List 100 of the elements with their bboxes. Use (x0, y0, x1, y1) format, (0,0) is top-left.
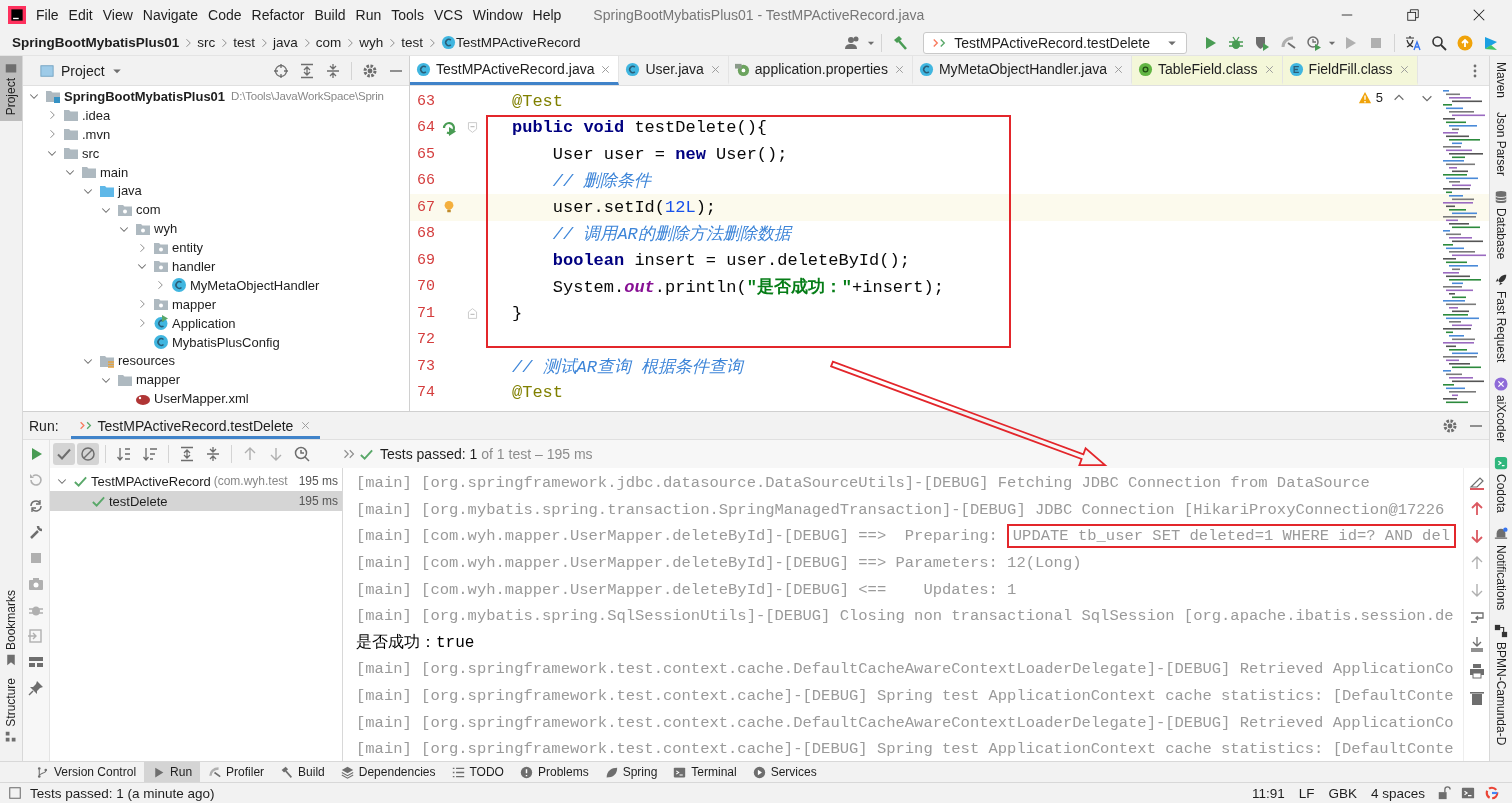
side-tab[interactable]: Fast Request (1494, 291, 1508, 363)
google-icon[interactable] (1485, 786, 1499, 800)
expand-all-icon[interactable] (179, 446, 195, 462)
side-tab[interactable]: Database (1494, 208, 1508, 260)
terminal-icon[interactable] (1461, 786, 1475, 800)
breadcrumb-item[interactable]: test (233, 35, 256, 50)
tree-item[interactable]: .idea (82, 107, 111, 123)
tree-item[interactable]: handler (172, 258, 216, 274)
tree-item[interactable]: entity (172, 240, 204, 256)
tool-window-tab[interactable]: Version Control (28, 762, 145, 782)
lock-icon[interactable] (1437, 786, 1451, 800)
show-ignored-toggle[interactable] (77, 443, 99, 465)
export-icon[interactable] (28, 628, 44, 644)
menu-item[interactable]: Window (472, 5, 523, 25)
side-tab[interactable]: Structure (0, 672, 22, 749)
history-icon[interactable] (294, 446, 310, 462)
tree-item[interactable]: resources (118, 353, 176, 369)
menu-item[interactable]: File (36, 5, 59, 25)
search-icon[interactable] (1431, 34, 1447, 51)
tree-item[interactable]: mapper (136, 372, 181, 388)
menu-item[interactable]: Tools (391, 5, 424, 25)
tree-item[interactable]: MybatisPlusConfig (172, 334, 280, 350)
hammer-icon[interactable] (892, 34, 909, 51)
camera-icon[interactable] (28, 576, 44, 592)
breadcrumb-item[interactable]: wyh (359, 35, 384, 50)
tree-item[interactable]: java (118, 183, 142, 199)
next-icon[interactable] (1468, 528, 1485, 544)
chevrons-icon[interactable] (343, 448, 355, 460)
tool-window-tab[interactable]: Spring (596, 762, 666, 782)
pin-icon[interactable] (28, 680, 44, 696)
tree-item[interactable]: SpringBootMybatisPlus01 (64, 88, 226, 104)
side-tab[interactable]: Maven (1494, 62, 1508, 99)
tool-window-tab[interactable]: Profiler (200, 762, 273, 782)
tree-item[interactable]: MyMetaObjectHandler (190, 277, 320, 293)
restore-icon[interactable] (1406, 8, 1420, 22)
menu-item[interactable]: Navigate (142, 5, 199, 25)
locate-icon[interactable] (273, 62, 289, 79)
editor-tab[interactable]: FieldFill.class (1282, 56, 1418, 85)
tree-item[interactable]: .mvn (82, 126, 111, 142)
status-item[interactable]: GBK (1328, 785, 1357, 801)
menu-item[interactable]: Help (532, 5, 562, 25)
run-config-dropdown[interactable]: TestMPActiveRecord.testDelete (923, 31, 1187, 54)
run-with-icon[interactable] (1306, 34, 1322, 51)
sort-alphabetically-icon[interactable] (116, 446, 132, 462)
show-passed-toggle[interactable] (53, 443, 75, 465)
menu-item[interactable]: Build (314, 5, 346, 25)
wrench-icon[interactable] (28, 524, 44, 540)
status-item[interactable]: 4 spaces (1370, 785, 1425, 801)
project-view-selector[interactable]: Project (35, 60, 127, 81)
plugin-logo-icon[interactable] (1483, 34, 1499, 51)
tree-item[interactable]: com (136, 202, 161, 218)
trash-icon[interactable] (1468, 690, 1485, 706)
collapse-all-icon[interactable] (205, 446, 221, 462)
previous-icon[interactable] (242, 446, 258, 462)
menu-item[interactable]: Edit (68, 5, 93, 25)
stop-icon[interactable] (28, 550, 44, 566)
translate-icon[interactable] (1405, 34, 1421, 51)
menu-item[interactable]: Refactor (251, 5, 305, 25)
editor-tab[interactable]: User.java (619, 56, 729, 85)
close-icon[interactable] (1472, 8, 1486, 22)
breadcrumb-item[interactable]: com (315, 35, 342, 50)
status-item[interactable]: LF (1298, 785, 1315, 801)
breadcrumb-item[interactable]: java (273, 35, 298, 50)
tool-window-tab[interactable]: Problems (511, 762, 597, 782)
profiler-icon[interactable] (1280, 34, 1296, 51)
run-test-icon[interactable] (441, 119, 457, 136)
editor-tab[interactable]: TestMPActiveRecord.java (410, 56, 620, 85)
tree-item[interactable]: Application (172, 315, 236, 331)
lightbulb-icon[interactable] (442, 200, 456, 215)
test-row[interactable]: TestMPActiveRecord (com.wyh.test 195 ms (50, 471, 342, 491)
tool-window-tab[interactable]: Services (744, 762, 825, 782)
coverage-icon[interactable] (1254, 34, 1270, 51)
layout-icon[interactable] (28, 654, 44, 670)
tree-item[interactable]: main (100, 164, 129, 180)
status-item[interactable]: 11:91 (1251, 785, 1285, 801)
menu-item[interactable]: Run (355, 5, 382, 25)
tool-window-tab[interactable]: TODO (443, 762, 512, 782)
settings-icon[interactable] (1442, 417, 1458, 434)
menu-item[interactable]: VCS (433, 5, 463, 25)
print-icon[interactable] (1468, 663, 1485, 679)
side-tab[interactable]: Project (0, 56, 22, 122)
editor-tab[interactable]: application.properties (728, 56, 913, 85)
tree-item[interactable]: src (82, 145, 100, 161)
menu-item[interactable]: View (102, 5, 133, 25)
collapse-all-icon[interactable] (325, 62, 341, 79)
test-row[interactable]: testDelete 195 ms (50, 491, 342, 511)
toggle-auto-test-icon[interactable] (28, 498, 44, 514)
side-tab[interactable]: Json Parser (1494, 112, 1508, 177)
tool-window-tab[interactable]: Run (144, 762, 201, 782)
side-tab[interactable]: Bookmarks (0, 584, 22, 673)
side-tab[interactable]: aiXcoder (1494, 394, 1508, 443)
tool-window-tab[interactable]: Dependencies (332, 762, 444, 782)
tree-item[interactable]: UserMapper.xml (154, 391, 249, 407)
debug-icon[interactable] (1228, 34, 1244, 51)
next-icon[interactable] (268, 446, 284, 462)
editor-tab[interactable]: TableField.class (1132, 56, 1283, 85)
breadcrumb-item[interactable]: test (401, 35, 424, 50)
sort-by-duration-icon[interactable] (142, 446, 158, 462)
tool-window-tab[interactable]: Build (272, 762, 333, 782)
side-tab[interactable]: Codota (1494, 474, 1508, 513)
